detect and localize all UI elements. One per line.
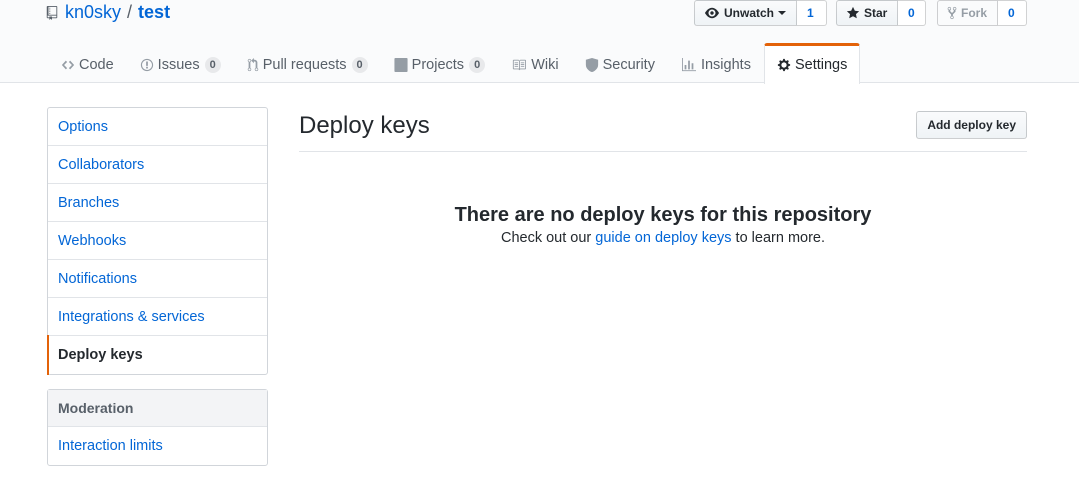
repo-title: kn0sky / test xyxy=(46,2,170,23)
repo-nav-tabs: Code Issues 0 Pull requests 0 Projects 0… xyxy=(48,43,861,84)
unwatch-button[interactable]: Unwatch xyxy=(694,0,797,26)
pull-requests-counter: 0 xyxy=(351,56,368,73)
tab-projects[interactable]: Projects 0 xyxy=(381,43,499,83)
blankslate: There are no deploy keys for this reposi… xyxy=(299,202,1027,246)
page-title: Deploy keys xyxy=(299,112,430,139)
issue-icon xyxy=(140,58,154,72)
tab-settings[interactable]: Settings xyxy=(763,43,861,84)
eye-icon xyxy=(705,7,719,19)
blankslate-text: Check out our guide on deploy keys to le… xyxy=(299,230,1027,246)
repo-name-link[interactable]: test xyxy=(138,2,170,23)
fork-label: Fork xyxy=(961,6,988,20)
menu-item-integrations[interactable]: Integrations & services xyxy=(48,298,267,336)
menu-item-options[interactable]: Options xyxy=(48,108,267,146)
repo-owner-link[interactable]: kn0sky xyxy=(65,2,121,23)
star-button[interactable]: 0 Star xyxy=(836,0,898,26)
shield-icon xyxy=(585,57,599,72)
watch-action: Unwatch 1 xyxy=(694,0,827,26)
repository-header: kn0sky / test Unwatch 1 0 Star 0 Fork 0 … xyxy=(0,0,1079,84)
moderation-heading: Moderation xyxy=(48,390,267,427)
menu-item-deploy-keys[interactable]: Deploy keys xyxy=(47,335,267,375)
issues-counter: 0 xyxy=(204,56,221,73)
tab-wiki[interactable]: Wiki xyxy=(498,43,571,83)
blankslate-heading: There are no deploy keys for this reposi… xyxy=(454,204,872,226)
star-action: 0 Star 0 xyxy=(836,0,926,26)
menu-item-collaborators[interactable]: Collaborators xyxy=(48,146,267,184)
code-icon xyxy=(61,58,75,72)
tab-label: Wiki xyxy=(531,56,559,73)
graph-icon xyxy=(681,57,697,72)
tab-issues[interactable]: Issues 0 xyxy=(127,43,234,83)
tab-label: Insights xyxy=(700,56,751,73)
gear-icon xyxy=(777,58,791,72)
star-icon xyxy=(846,6,860,19)
menu-item-webhooks[interactable]: Webhooks xyxy=(48,222,267,260)
stargazers-count[interactable]: 0 xyxy=(898,0,926,26)
page-subhead: Deploy keys Add deploy key xyxy=(299,107,1027,152)
blankslate-text-after: to learn more. xyxy=(731,230,826,246)
tab-security[interactable]: Security xyxy=(572,43,668,83)
repo-icon xyxy=(46,5,58,20)
tab-label: Issues xyxy=(157,56,200,73)
fork-icon xyxy=(947,6,957,20)
chevron-down-icon xyxy=(778,11,787,15)
add-deploy-key-button[interactable]: Add deploy key xyxy=(916,111,1027,139)
tab-label: Pull requests xyxy=(262,56,347,73)
blankslate-text-before: Check out our xyxy=(500,230,596,246)
tab-label: Code xyxy=(79,56,114,73)
unwatch-label: Unwatch xyxy=(724,6,775,20)
book-icon xyxy=(511,58,527,72)
deploy-keys-guide-link[interactable]: guide on deploy keys xyxy=(595,230,731,246)
fork-action: Fork 0 xyxy=(937,0,1027,26)
watchers-count[interactable]: 1 xyxy=(797,0,827,26)
settings-menu: Options Collaborators Branches Webhooks … xyxy=(47,107,268,375)
project-icon xyxy=(394,57,408,72)
menu-item-branches[interactable]: Branches xyxy=(48,184,267,222)
forks-count[interactable]: 0 xyxy=(998,0,1027,26)
tab-pull-requests[interactable]: Pull requests 0 xyxy=(234,43,381,83)
menu-item-interaction-limits[interactable]: Interaction limits xyxy=(48,427,267,465)
path-separator: / xyxy=(127,2,133,22)
pull-request-icon xyxy=(247,57,259,72)
tab-label: Projects xyxy=(411,56,465,73)
projects-counter: 0 xyxy=(469,56,486,73)
moderation-menu: Moderation Interaction limits xyxy=(47,389,268,466)
star-text: Star xyxy=(864,6,888,20)
tab-code[interactable]: Code xyxy=(48,43,127,83)
fork-button[interactable]: Fork xyxy=(937,0,998,26)
tab-insights[interactable]: Insights xyxy=(668,43,764,83)
menu-item-notifications[interactable]: Notifications xyxy=(48,260,267,298)
tab-label: Settings xyxy=(794,57,848,73)
tab-label: Security xyxy=(602,56,655,73)
